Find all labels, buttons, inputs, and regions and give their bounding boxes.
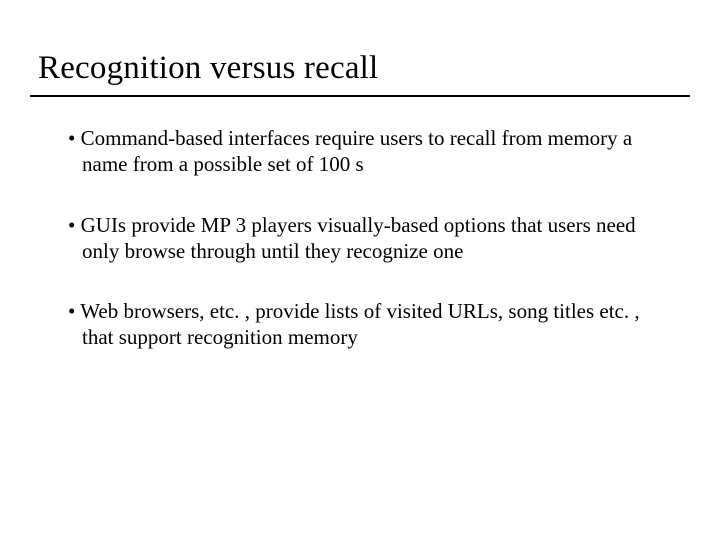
bullet-dot: •	[68, 126, 81, 150]
bullet-text: Command-based interfaces require users t…	[81, 126, 633, 176]
list-item: • Command-based interfaces require users…	[68, 125, 660, 178]
list-item: • GUIs provide MP 3 players visually-bas…	[68, 212, 660, 265]
bullet-dot: •	[68, 299, 80, 323]
bullet-text: GUIs provide MP 3 players visually-based…	[81, 213, 636, 263]
title-underline	[30, 95, 690, 97]
bullet-text: Web browsers, etc. , provide lists of vi…	[80, 299, 639, 349]
bullet-dot: •	[68, 213, 81, 237]
bullet-list: • Command-based interfaces require users…	[30, 125, 690, 351]
slide-title: Recognition versus recall	[38, 50, 690, 87]
list-item: • Web browsers, etc. , provide lists of …	[68, 298, 660, 351]
slide-title-block: Recognition versus recall	[30, 50, 690, 87]
